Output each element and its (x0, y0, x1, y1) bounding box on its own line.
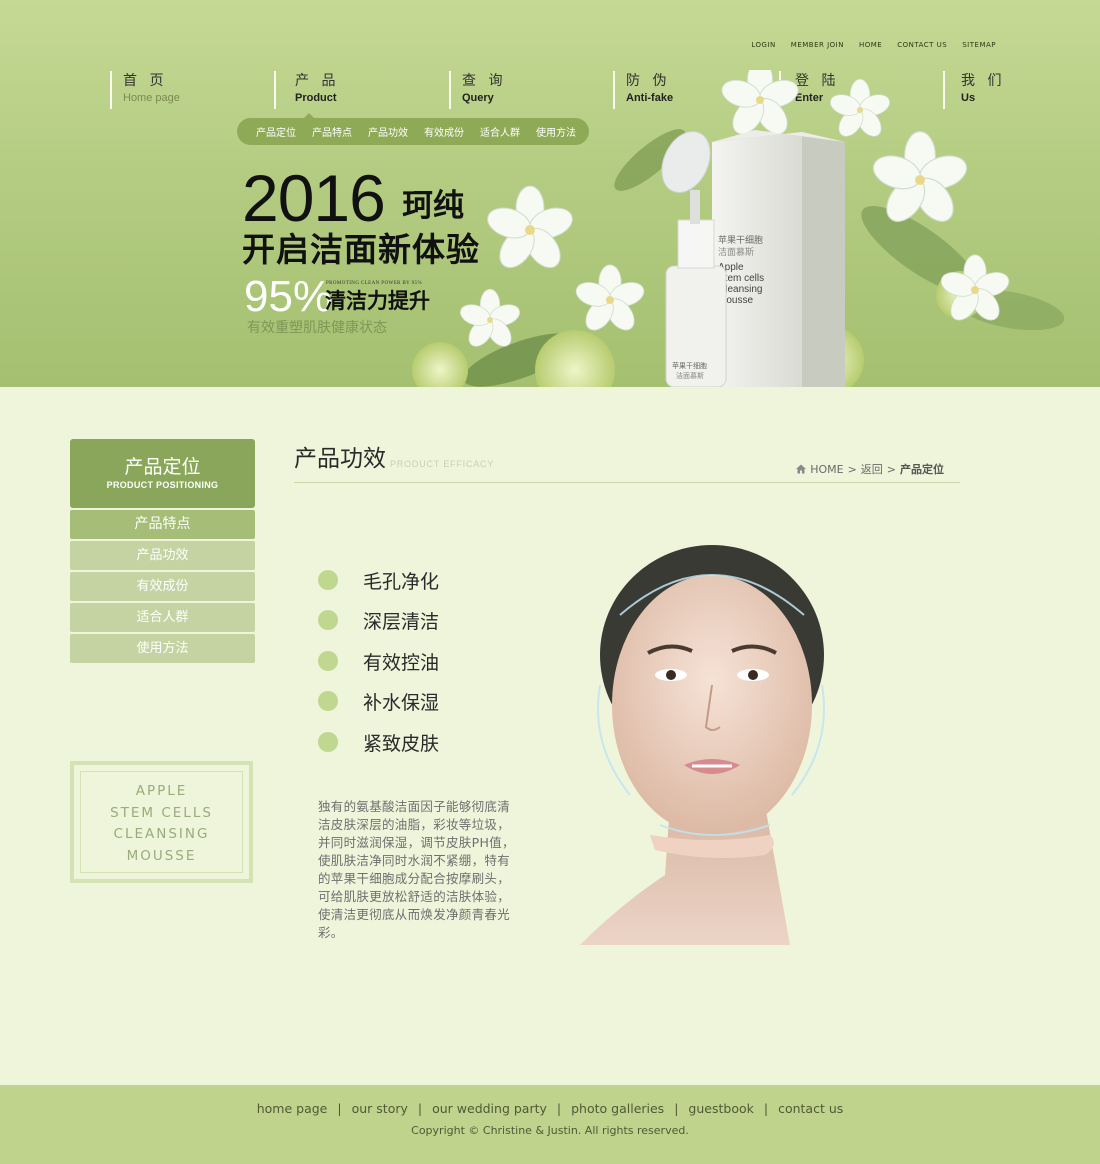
badge-line: CLEANSING (113, 826, 210, 842)
feature-label: 毛孔净化 (363, 570, 440, 593)
feature-label: 补水保湿 (363, 691, 440, 714)
bullet-dot-icon (318, 651, 338, 671)
breadcrumb-back[interactable]: 返回 (861, 461, 883, 477)
bottle-label-cn1: 苹果干细胞 (672, 361, 707, 370)
model-portrait-image (580, 545, 825, 945)
sidebar-item-ingredients[interactable]: 有效成份 (70, 572, 255, 601)
bottle-label-cn2: 洁面慕斯 (676, 371, 704, 380)
badge-line: STEM CELLS (110, 804, 213, 821)
copyright-text: Copyright © Christine & Justin. All righ… (411, 1124, 689, 1137)
sidebar-header: 产品定位 PRODUCT POSITIONING (70, 439, 255, 508)
breadcrumb-separator: > (847, 462, 857, 476)
nav-item-home[interactable]: 首 页 Home page (110, 71, 180, 109)
page-title: 产品功效 (294, 446, 386, 472)
footer-separator: | (763, 1101, 769, 1116)
footer-link-home-page[interactable]: home page (257, 1101, 328, 1116)
login-link[interactable]: LOGIN (751, 41, 775, 49)
feature-label: 深层清洁 (363, 610, 440, 633)
subnav-item-features[interactable]: 产品特点 (312, 124, 352, 139)
home-link[interactable]: HOME (859, 41, 882, 49)
feature-label: 有效控油 (363, 651, 440, 674)
banner-percent: 95% (244, 272, 333, 321)
breadcrumb: HOME > 返回 > 产品定位 (796, 461, 944, 477)
header-banner: LOGIN MEMBER JOIN HOME CONTACT US SITEMA… (0, 0, 1100, 387)
breadcrumb-current: 产品定位 (900, 463, 944, 476)
box-label-cn2: 洁面慕斯 (718, 246, 754, 258)
banner-subtitle: 清洁力提升 (325, 288, 430, 313)
footer-separator: | (674, 1101, 679, 1116)
footer: home page | our story | our wedding party | ph… (0, 1085, 1100, 1164)
top-links: LOGIN MEMBER JOIN HOME CONTACT US SITEMA… (751, 41, 996, 49)
box-label-cn1: 苹果干细胞 (718, 234, 763, 246)
nav-label-en: Product (295, 92, 337, 104)
sitemap-link[interactable]: SITEMAP (962, 41, 996, 49)
banner-title: 开启洁面新体验 (242, 230, 480, 269)
footer-links: home page | our story | our wedding party | ph… (0, 1101, 1100, 1116)
product-name-badge: APPLE STEM CELLS CLEANSING MOUSSE (70, 761, 253, 883)
member-join-link[interactable]: MEMBER JOIN (791, 41, 844, 49)
bullet-dot-icon (318, 732, 338, 752)
footer-link-guestbook[interactable]: guestbook (688, 1101, 753, 1116)
feature-item: 紧致皮肤 (318, 731, 440, 755)
banner-product-artwork: 苹果干细胞 洁面慕斯 Apple Stem cells Cleansing Mo… (412, 70, 1065, 387)
nav-label-cn: 首 页 (123, 73, 168, 89)
bullet-dot-icon (318, 610, 338, 630)
badge-line: MOUSSE (126, 847, 197, 864)
sidebar-item-features[interactable]: 产品特点 (70, 510, 255, 539)
sidebar-item-target-users[interactable]: 适合人群 (70, 603, 255, 632)
sidebar-item-usage[interactable]: 使用方法 (70, 634, 255, 663)
footer-separator: | (417, 1101, 423, 1116)
banner-description: 有效重塑肌肤健康状态 (247, 320, 387, 336)
badge-line: APPLE (135, 783, 188, 799)
banner-brand: 珂纯 (402, 188, 464, 224)
sidebar-item-efficacy[interactable]: 产品功效 (70, 541, 255, 570)
nav-label-en: Home page (123, 92, 180, 104)
title-divider (294, 482, 960, 483)
feature-item: 毛孔净化 (318, 569, 440, 593)
breadcrumb-home[interactable]: HOME (810, 463, 843, 476)
footer-link-our-story[interactable]: our story (352, 1101, 408, 1116)
contact-us-link[interactable]: CONTACT US (897, 41, 947, 49)
feature-label: 紧致皮肤 (363, 732, 440, 755)
footer-link-contact-us[interactable]: contact us (778, 1101, 843, 1116)
bullet-dot-icon (318, 691, 338, 711)
footer-separator: | (337, 1101, 342, 1116)
footer-link-photo-galleries[interactable]: photo galleries (571, 1101, 664, 1116)
nav-label-cn: 产 品 (295, 73, 340, 89)
product-description: 独有的氨基酸洁面因子能够彻底清洁皮肤深层的油脂，彩妆等垃圾，并同时滋润保湿，调节… (318, 799, 515, 940)
nav-item-product[interactable]: 产 品 Product (274, 71, 339, 109)
breadcrumb-separator: > (886, 462, 896, 476)
sidebar-header-en: PRODUCT POSITIONING (106, 480, 219, 490)
page-title-en: PRODUCT EFFICACY (390, 459, 495, 469)
sidebar-header-cn: 产品定位 (124, 456, 201, 478)
footer-separator: | (556, 1101, 562, 1116)
subnav-item-positioning[interactable]: 产品定位 (256, 124, 296, 139)
feature-item: 有效控油 (318, 650, 440, 674)
feature-item: 补水保湿 (318, 690, 440, 714)
home-icon (796, 464, 807, 474)
footer-link-wedding-party[interactable]: our wedding party (432, 1101, 547, 1116)
bullet-dot-icon (318, 570, 338, 590)
feature-item: 深层清洁 (318, 609, 440, 633)
